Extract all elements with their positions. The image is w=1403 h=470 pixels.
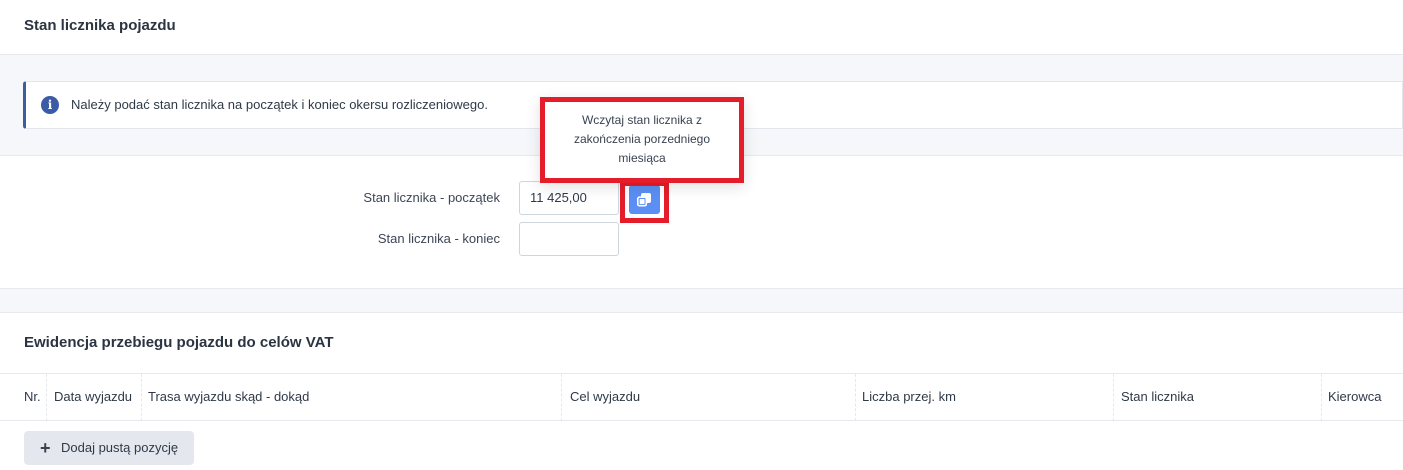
column-header-purpose[interactable]: Cel wyjazdu: [564, 374, 856, 421]
odometer-end-label: Stan licznika - koniec: [377, 231, 500, 246]
column-header-driver[interactable]: Kierowca: [1322, 374, 1403, 421]
page-title: Stan licznika pojazdu: [24, 17, 176, 34]
column-header-route[interactable]: Trasa wyjazdu skąd - dokąd: [142, 374, 562, 421]
column-header-date[interactable]: Data wyjazdu: [48, 374, 142, 421]
column-header-nr[interactable]: Nr.: [18, 374, 47, 421]
plus-icon: +: [40, 438, 51, 458]
header-card: Stan licznika pojazdu: [0, 0, 1403, 55]
odometer-start-label: Stan licznika - początek: [363, 190, 500, 205]
column-header-km[interactable]: Liczba przej. km: [856, 374, 1114, 421]
copy-button-highlight: [620, 181, 669, 223]
odometer-end-input[interactable]: [519, 222, 619, 256]
odometer-start-input[interactable]: 11 425,00: [519, 181, 619, 215]
mileage-log-card: Ewidencja przebiegu pojazdu do celów VAT…: [0, 312, 1403, 470]
info-icon: i: [41, 96, 59, 114]
add-empty-row-button[interactable]: + Dodaj pustą pozycję: [24, 431, 194, 465]
add-empty-row-label: Dodaj pustą pozycję: [61, 440, 179, 455]
mileage-log-title: Ewidencja przebiegu pojazdu do celów VAT: [24, 334, 334, 351]
column-header-odometer[interactable]: Stan licznika: [1115, 374, 1322, 421]
tooltip: Wczytaj stan licznika z zakończenia porz…: [540, 97, 744, 183]
info-text: Należy podać stan licznika na początek i…: [71, 97, 488, 112]
page: Stan licznika pojazdu i Należy podać sta…: [0, 0, 1403, 470]
table-header: Nr. Data wyjazdu Trasa wyjazdu skąd - do…: [0, 373, 1403, 421]
